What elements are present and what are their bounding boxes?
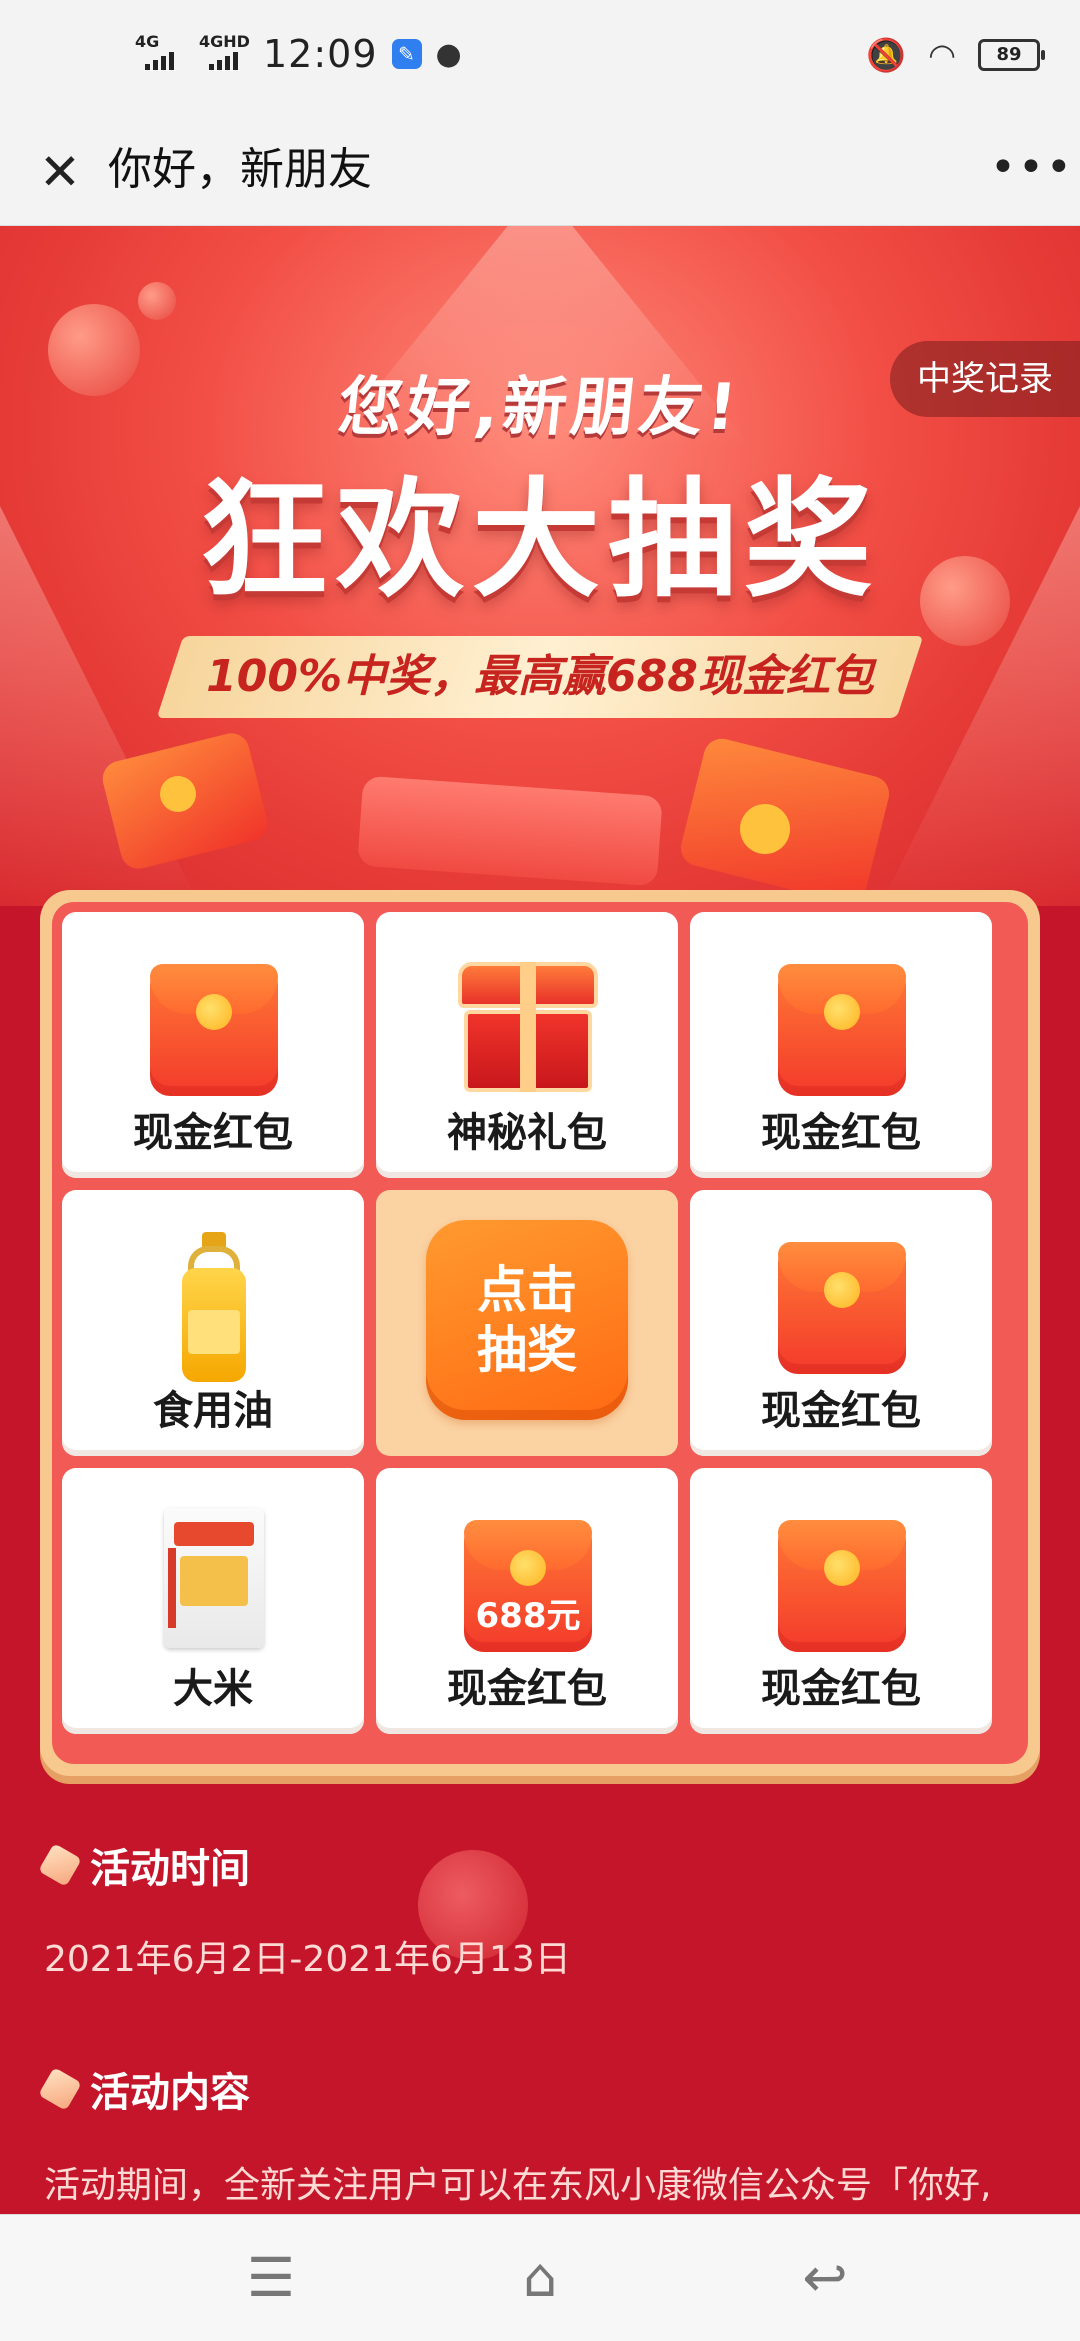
prize-cell-4: 食用油: [62, 1190, 364, 1456]
more-icon[interactable]: •••: [990, 142, 1072, 202]
mute-bell-icon: 🔕: [866, 36, 907, 74]
activity-content-title: 活动内容: [90, 2070, 250, 2116]
headline-text: 狂欢大抽奖: [199, 466, 880, 615]
prize-cell-2: 神秘礼包: [376, 912, 678, 1178]
page-title: 你好，新朋友: [108, 144, 372, 195]
prize-label: 现金红包: [761, 1388, 921, 1434]
prize-cell-1: 现金红包: [62, 912, 364, 1178]
chat-notification-icon: ●: [435, 36, 462, 72]
system-nav-bar: ☰ ⌂ ↩: [0, 2214, 1080, 2341]
prize-label: 现金红包: [761, 1666, 921, 1712]
clock: 12:09: [263, 32, 378, 76]
prize-label: 神秘礼包: [447, 1110, 607, 1156]
activity-content-heading: 活动内容: [38, 2060, 250, 2118]
coin-icon: [740, 804, 790, 854]
red-envelope-icon: [150, 964, 278, 1096]
treasure-chest-icon: [458, 962, 598, 1092]
prize-label: 现金红包: [447, 1666, 607, 1712]
prize-label: 大米: [173, 1666, 253, 1712]
menu-icon[interactable]: ☰: [226, 2243, 316, 2313]
activity-time-heading: 活动时间: [38, 1836, 250, 1894]
home-icon[interactable]: ⌂: [495, 2243, 585, 2313]
draw-cell: 点击 抽奖: [376, 1190, 678, 1456]
battery-icon: 89: [978, 39, 1045, 71]
signal1-text: 4G: [135, 32, 160, 51]
red-envelope-icon: [357, 775, 663, 887]
coin-icon: [160, 776, 196, 812]
red-envelope-icon: [778, 1242, 906, 1374]
prize-cell-7: 688元 现金红包: [376, 1468, 678, 1734]
prize-cell-6: 大米: [62, 1468, 364, 1734]
hexagon-icon: [38, 1843, 82, 1887]
deco-bubble: [138, 282, 176, 320]
red-envelope-icon: [778, 1520, 906, 1652]
cooking-oil-icon: [182, 1232, 246, 1382]
prize-cell-3: 现金红包: [690, 912, 992, 1178]
draw-button-line2: 抽奖: [477, 1321, 577, 1379]
lottery-board: 现金红包 神秘礼包 现金红包 食用油 点击 抽奖 现金红包 大米 688元 现金…: [40, 890, 1040, 1776]
prize-amount: 688元: [475, 1596, 581, 1636]
prize-cell-8: 现金红包: [690, 1468, 992, 1734]
prize-label: 现金红包: [761, 1110, 921, 1156]
signal-4ghd-icon: 4GHD: [199, 32, 250, 74]
activity-time-value: 2021年6月2日-2021年6月13日: [44, 1939, 571, 1980]
red-envelope-icon: [778, 964, 906, 1096]
wifi-icon: ◠: [928, 36, 956, 74]
app-notification-icon: ✎: [391, 39, 422, 69]
hexagon-icon: [38, 2067, 82, 2111]
prize-label: 食用油: [153, 1388, 273, 1434]
rice-bag-icon: [164, 1508, 264, 1648]
draw-button[interactable]: 点击 抽奖: [426, 1220, 628, 1420]
draw-button-line1: 点击: [477, 1261, 577, 1319]
hero-banner: 中奖记录 您好,新朋友! 狂欢大抽奖 100%中奖，最高赢688现金红包: [0, 226, 1080, 906]
activity-time-title: 活动时间: [90, 1846, 250, 1892]
greeting-text: 您好,新朋友!: [334, 371, 745, 445]
back-icon[interactable]: ↩: [780, 2243, 870, 2313]
signal2-text: 4GHD: [199, 32, 250, 51]
title-bar: ✕ 你好，新朋友 •••: [0, 120, 1080, 226]
close-icon[interactable]: ✕: [30, 142, 90, 202]
prize-cell-5: 现金红包: [690, 1190, 992, 1456]
ribbon-text: 100%中奖，最高赢688现金红包: [206, 651, 874, 702]
signal-4g-icon: 4G: [135, 34, 185, 74]
activity-content-value: 活动期间，全新关注用户可以在东风小康微信公众号「你好,: [44, 2165, 992, 2206]
status-bar: 4G 4GHD 12:09 ✎ ● 🔕 ◠ 89: [0, 0, 1080, 120]
red-envelope-icon: 688元: [464, 1520, 592, 1652]
prize-label: 现金红包: [133, 1110, 293, 1156]
